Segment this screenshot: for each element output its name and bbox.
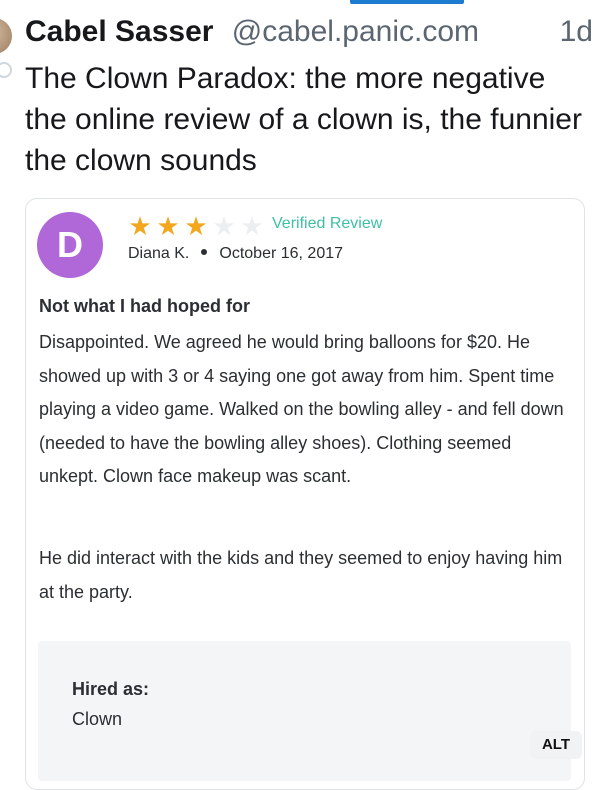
star-icon: ★ — [240, 211, 264, 241]
author-avatar[interactable] — [0, 18, 12, 54]
review-image[interactable]: D ★ ★ ★ ★ ★ Verified Review Diana K. October … — [25, 198, 585, 790]
post-text: The Clown Paradox: the more negative the… — [25, 62, 582, 177]
post-timestamp[interactable]: 1d — [560, 12, 593, 52]
dot-separator-icon — [201, 249, 208, 256]
star-icon: ★ — [184, 211, 208, 241]
hired-as-label: Hired as: — [72, 679, 150, 699]
star-icon: ★ — [156, 211, 180, 241]
alt-text-button[interactable]: ALT — [530, 731, 582, 759]
star-icon: ★ — [212, 211, 236, 241]
review-date: October 16, 2017 — [219, 245, 344, 262]
hired-as-box: Hired as: Clown — [38, 641, 571, 781]
star-icon: ★ — [128, 211, 152, 241]
hired-as-value: Clown — [72, 709, 123, 729]
verified-review-label: Verified Review — [272, 215, 383, 232]
thread-connector-icon — [0, 62, 12, 78]
author-handle[interactable]: @cabel.panic.com — [232, 15, 479, 48]
reviewer-meta: Diana K. October 16, 2017 — [128, 245, 343, 263]
reviewer-avatar: D — [37, 212, 103, 278]
active-tab-indicator — [350, 0, 464, 4]
review-body-paragraph: Disappointed. We agreed he would bring b… — [39, 332, 564, 486]
review-title: Not what I had hoped for — [39, 296, 250, 316]
post-header: Cabel Sasser @cabel.panic.com 1d — [25, 12, 595, 52]
author-name[interactable]: Cabel Sasser — [25, 15, 213, 48]
review-body-paragraph: He did interact with the kids and they s… — [39, 548, 563, 602]
reviewer-name: Diana K. — [128, 245, 190, 262]
star-rating: ★ ★ ★ ★ ★ — [127, 212, 265, 240]
